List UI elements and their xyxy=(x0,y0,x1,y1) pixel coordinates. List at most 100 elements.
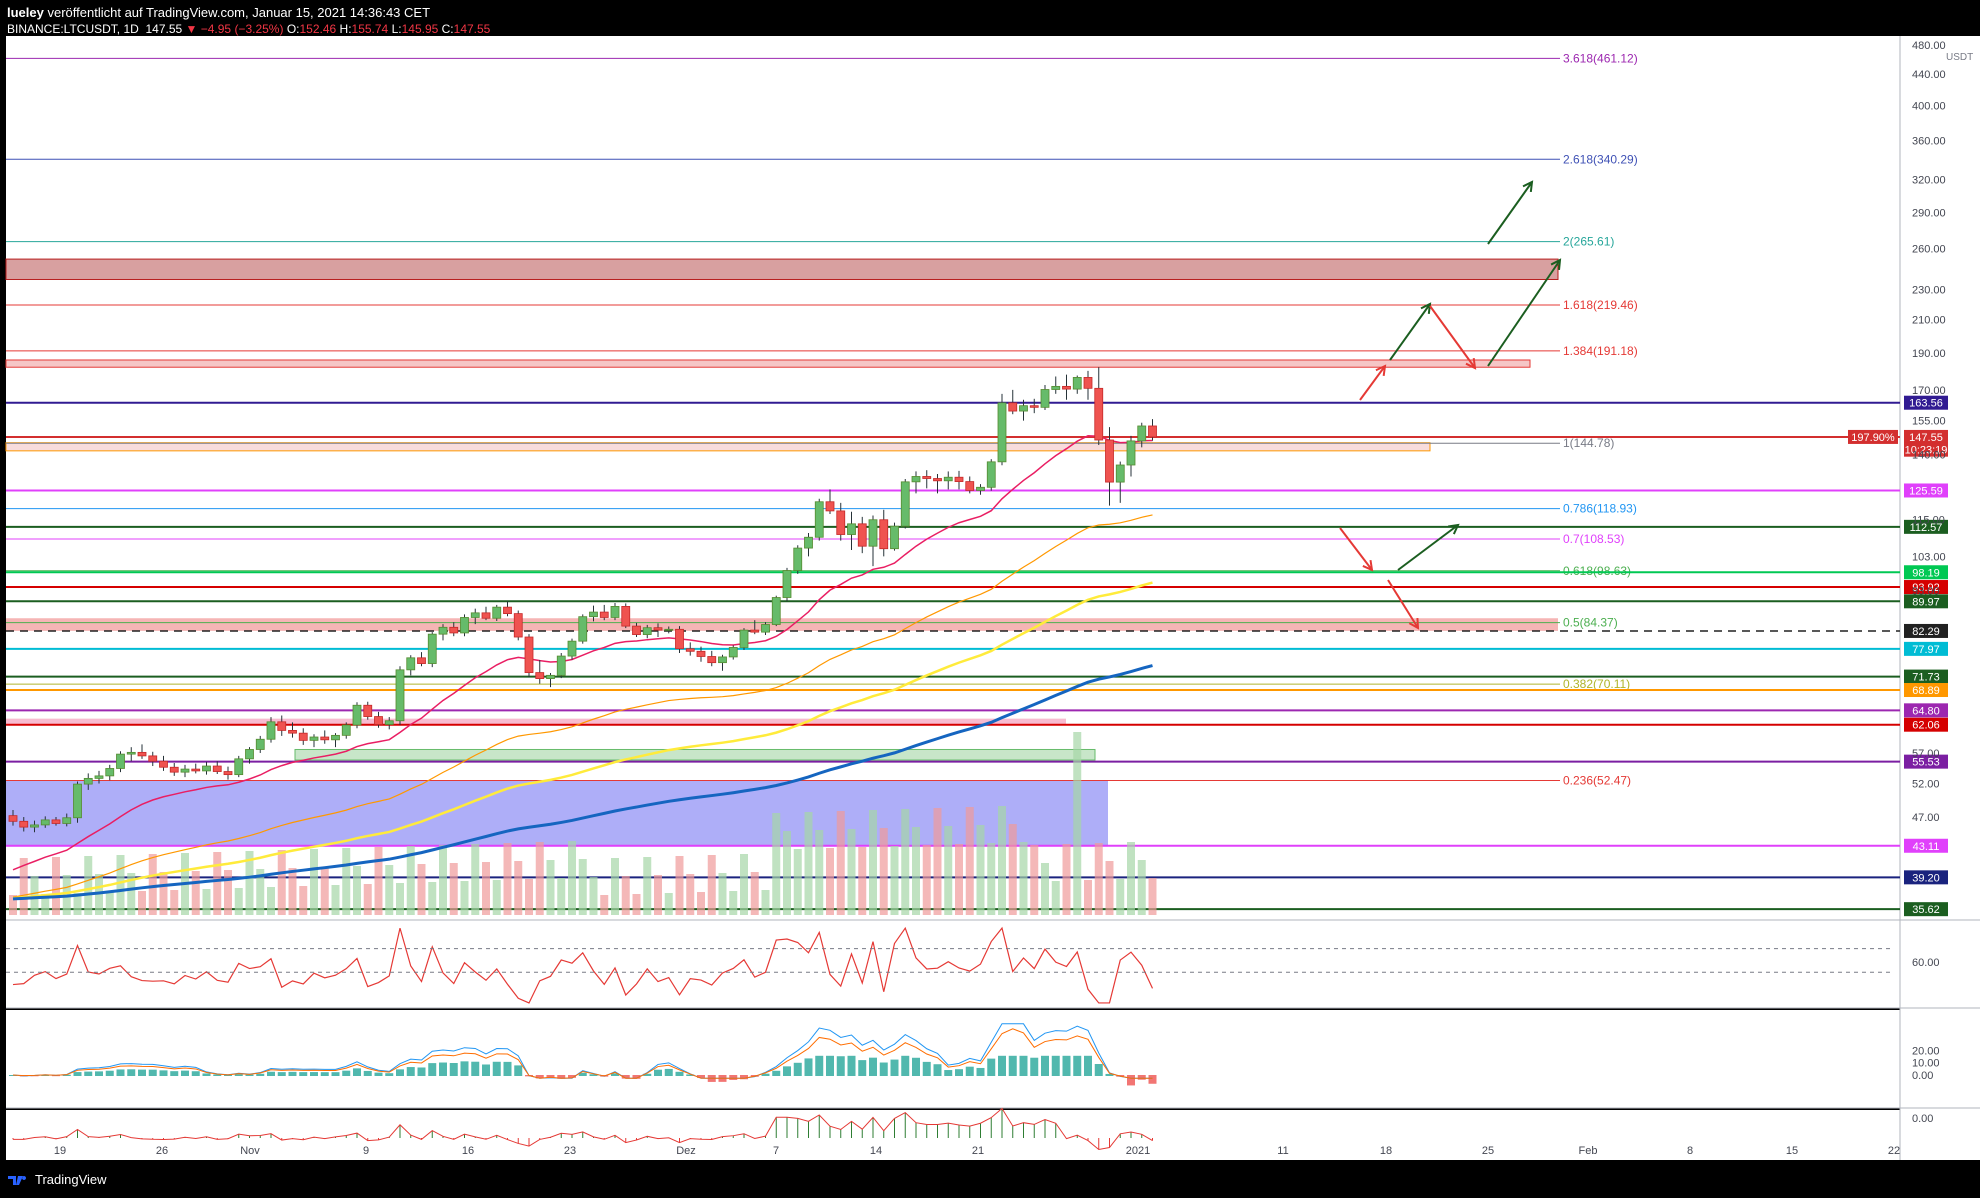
candle-body xyxy=(664,628,674,631)
candle-body xyxy=(954,476,964,482)
volume-bar xyxy=(105,892,114,915)
price-badge-label: 43.11 xyxy=(1913,841,1940,853)
candle-body xyxy=(19,820,29,828)
candle-body xyxy=(621,606,631,627)
volume-bar xyxy=(148,854,157,915)
volume-bar xyxy=(1051,881,1060,915)
price-badge-label: 147.55 xyxy=(1909,432,1943,444)
macd-histogram-bar xyxy=(73,1072,82,1076)
x-tick-label: 21 xyxy=(972,1145,984,1157)
candle-body xyxy=(212,765,222,772)
candle-body xyxy=(943,476,953,482)
macd-histogram-bar xyxy=(772,1070,781,1076)
currency-badge: USDT xyxy=(1946,52,1973,63)
macd-histogram-bar xyxy=(267,1071,275,1076)
range-box xyxy=(6,780,1108,847)
volume-bar xyxy=(159,872,168,915)
macd-histogram-bar xyxy=(1051,1055,1060,1076)
candle-body xyxy=(546,674,555,679)
price-badge-label: 82.29 xyxy=(1912,626,1940,638)
macd-histogram-bar xyxy=(428,1063,437,1076)
candle-body xyxy=(589,611,598,618)
volume-bar xyxy=(998,806,1006,915)
candle-body xyxy=(245,749,254,760)
volume-bar xyxy=(1062,844,1071,915)
candle-body xyxy=(449,626,459,634)
macd-histogram-bar xyxy=(890,1059,899,1076)
candle-body xyxy=(1083,377,1093,389)
candle-body xyxy=(632,625,641,635)
volume-bar xyxy=(213,852,222,915)
volume-bar xyxy=(1041,863,1049,915)
volume-bar xyxy=(417,864,426,915)
osc-tick: 0.00 xyxy=(1912,1113,1933,1125)
price-badge-label: 39.20 xyxy=(1912,872,1940,884)
fib-label: 2(265.61) xyxy=(1563,235,1614,249)
macd-histogram-bar xyxy=(1137,1075,1146,1080)
volume-bar xyxy=(138,891,146,915)
candle-body xyxy=(1094,387,1104,441)
candle-body xyxy=(642,627,652,635)
macd-histogram-bar xyxy=(1041,1055,1049,1076)
candle-body xyxy=(804,536,813,549)
price-badge-label: 197.90% xyxy=(1851,432,1895,444)
candle-body xyxy=(202,765,211,772)
price-chart[interactable]: 3.618(461.12) 2.618(340.29) 2(265.61) 1.618… xyxy=(0,0,1980,1198)
volume-bar xyxy=(654,875,662,915)
y-tick-label: 52.00 xyxy=(1912,778,1940,790)
candle-body xyxy=(771,597,781,625)
volume-bar xyxy=(363,884,372,915)
volume-bar xyxy=(1008,824,1017,915)
volume-bar xyxy=(804,812,813,915)
y-tick-label: 480.00 xyxy=(1912,40,1946,52)
candle-body xyxy=(1072,377,1082,390)
resistance-zone-top xyxy=(5,258,1559,280)
candle-body xyxy=(1137,425,1147,442)
macd-histogram-bar xyxy=(256,1073,265,1076)
volume-bar xyxy=(955,844,963,915)
volume-bar xyxy=(277,850,286,915)
macd-histogram-bar xyxy=(955,1069,963,1076)
candle-body xyxy=(761,624,770,633)
candle-body xyxy=(8,815,18,822)
volume-bar xyxy=(331,885,340,915)
volume-bar xyxy=(664,893,673,915)
brand-label: TradingView xyxy=(35,1172,107,1187)
volume-bar xyxy=(503,843,512,915)
macd-histogram-bar xyxy=(439,1062,447,1076)
candle-body xyxy=(879,519,889,550)
volume-bar xyxy=(396,883,404,915)
macd-histogram-bar xyxy=(331,1072,340,1076)
macd-histogram-bar xyxy=(858,1060,867,1076)
macd-histogram-bar xyxy=(944,1070,953,1076)
candle-body xyxy=(94,775,104,779)
macd-histogram-bar xyxy=(396,1069,404,1076)
volume-bar xyxy=(449,863,458,915)
macd-histogram-bar xyxy=(922,1061,931,1076)
candle-body xyxy=(320,736,330,741)
tradingview-logo-icon xyxy=(8,1175,27,1185)
price-badge-label: 62.06 xyxy=(1912,720,1940,732)
price-badge-label: 89.97 xyxy=(1912,596,1940,608)
candle-body xyxy=(40,819,50,826)
x-tick-label: Dez xyxy=(676,1145,696,1157)
candle-body xyxy=(116,753,125,769)
y-tick-label: 47.00 xyxy=(1912,812,1940,824)
volume-bar xyxy=(535,842,544,915)
candle-body xyxy=(288,730,297,734)
macd-histogram-bar xyxy=(1148,1075,1157,1084)
y-tick-label: 103.00 xyxy=(1912,551,1946,563)
price-badge-label: 163.56 xyxy=(1909,398,1943,410)
candle-body xyxy=(1105,439,1114,483)
candle-body xyxy=(191,768,201,772)
y-tick-label: 260.00 xyxy=(1912,244,1946,256)
volume-bar xyxy=(428,882,437,915)
candle-body xyxy=(707,656,717,664)
candle-body xyxy=(492,606,502,619)
green-band xyxy=(294,748,1096,761)
candle-body xyxy=(739,629,749,648)
candle-body xyxy=(868,519,878,547)
volume-bar xyxy=(234,888,243,915)
y-tick-label: 400.00 xyxy=(1912,101,1946,113)
volume-bar xyxy=(288,868,297,915)
